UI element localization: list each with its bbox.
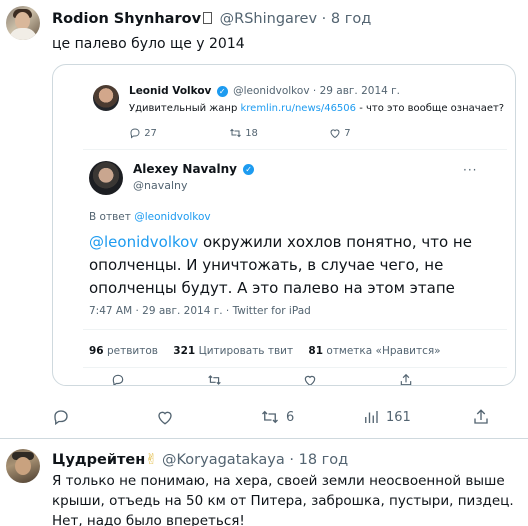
quoted-name: Leonid Volkov [129, 85, 212, 97]
post-header: Цудрейтен✌ @Koryagatakaya · 18 год [52, 452, 348, 468]
dot-separator: · [289, 452, 294, 468]
main-handle: @navalny [133, 179, 188, 192]
post-actions: 6 161 [52, 408, 512, 428]
post-time[interactable]: 8 год [331, 11, 371, 27]
author-name[interactable]: Цудрейтен [52, 452, 145, 468]
quoted-replies: 27 [129, 127, 157, 139]
more-icon: ··· [463, 163, 478, 177]
post-header: Rodion Shynharov @RShingarev · 8 год [52, 11, 371, 27]
author-name[interactable]: Rodion Shynharov [52, 11, 201, 27]
author-handle[interactable]: @RShingarev [220, 11, 317, 27]
divider [83, 367, 507, 368]
quoted-retweets: 18 [229, 127, 258, 139]
views-icon [365, 411, 378, 423]
tweet-screenshot: Leonid Volkov ✓ @leonidvolkov · 29 авг. … [63, 71, 509, 385]
reply-button[interactable] [52, 408, 70, 426]
avatar[interactable] [6, 6, 40, 40]
retweet-icon [230, 128, 241, 138]
post-text: це палево було ще у 2014 [52, 36, 245, 52]
views-button[interactable]: 161 [362, 408, 411, 426]
reply-icon [130, 128, 140, 139]
retweet-icon [208, 375, 221, 385]
main-stats: 96 ретвитов 321 Цитировать твит 81 отмет… [89, 345, 453, 357]
verified-icon: ✓ [216, 85, 228, 97]
flag-icon [203, 12, 213, 24]
main-text: @leonidvolkov окружили хохлов понятно, ч… [89, 231, 499, 300]
like-button[interactable] [156, 408, 174, 426]
victory-emoji-icon: ✌ [145, 452, 158, 468]
divider [83, 149, 507, 150]
main-name: Alexey Navalny [133, 162, 237, 176]
heart-icon [158, 411, 172, 425]
heart-icon [330, 129, 340, 139]
retweet-count: 6 [286, 409, 295, 425]
quoted-header: Leonid Volkov ✓ @leonidvolkov · 29 авг. … [129, 85, 400, 97]
quoted-handle: @leonidvolkov [233, 85, 310, 97]
share-icon [474, 409, 488, 424]
share-icon [400, 373, 412, 385]
post-time[interactable]: 18 год [299, 452, 349, 468]
views-count: 161 [386, 409, 411, 425]
quoted-text-after: - что это вообще означает? [359, 103, 505, 114]
post-text: Я только не понимаю, на хера, своей земл… [52, 473, 514, 526]
author-handle[interactable]: @Koryagatakaya [162, 452, 285, 468]
main-meta: 7:47 AM · 29 авг. 2014 г. · Twitter for … [89, 305, 311, 317]
main-name-row: Alexey Navalny ✓ [133, 162, 256, 176]
reply-to: В ответ @leonidvolkov [89, 211, 211, 223]
quoted-link: kremlin.ru/news/46506 [240, 103, 357, 114]
quoted-text: Удивительный жанр kremlin.ru/news/46506 … [129, 103, 504, 114]
quoted-text-before: Удивительный жанр [129, 103, 238, 114]
divider [83, 329, 507, 330]
embedded-screenshot[interactable]: Leonid Volkov ✓ @leonidvolkov · 29 авг. … [52, 64, 516, 386]
reply-icon [54, 410, 68, 426]
mention: @leonidvolkov [89, 233, 199, 251]
share-button[interactable] [472, 408, 490, 426]
main-avatar [89, 161, 123, 195]
quoted-likes: 7 [329, 127, 351, 139]
screenshot-actions [89, 373, 509, 385]
avatar[interactable] [6, 449, 40, 483]
stat-retweets: 96 ретвитов [89, 345, 158, 357]
quoted-date: 29 авг. 2014 г. [319, 85, 401, 97]
stat-likes: 81 отметка «Нравится» [308, 345, 441, 357]
dot-separator: · [321, 11, 327, 27]
quoted-avatar [93, 85, 119, 111]
quoted-actions: 27 18 7 [129, 127, 399, 141]
dot-separator: · [312, 85, 317, 97]
verified-icon: ✓ [243, 164, 255, 175]
retweet-icon [262, 410, 278, 424]
heart-icon [304, 375, 316, 385]
stat-quotes: 321 Цитировать твит [173, 345, 294, 357]
post-rodion[interactable]: Rodion Shynharov @RShingarev · 8 год це … [0, 0, 528, 438]
post-tsudreiten[interactable]: Цудрейтен✌ @Koryagatakaya · 18 год Я тол… [0, 439, 528, 526]
reply-icon [112, 374, 124, 385]
retweet-button[interactable]: 6 [260, 408, 294, 426]
